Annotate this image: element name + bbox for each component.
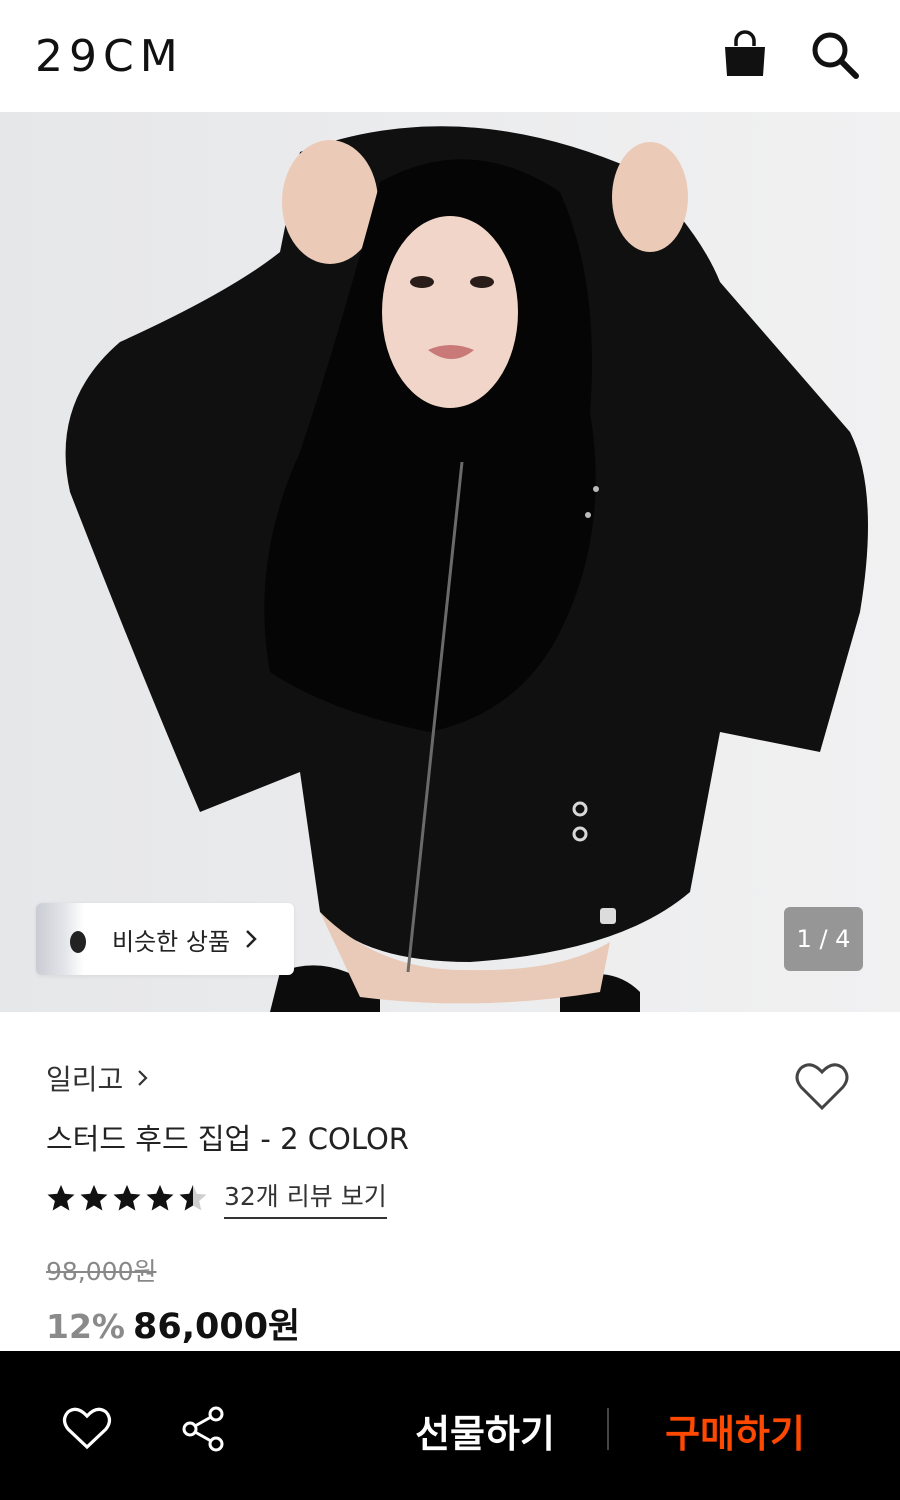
product-title: 스터드 후드 집업 - 2 COLOR [46, 1122, 409, 1156]
original-price: 98,000원 [46, 1257, 157, 1286]
share-button[interactable] [180, 1405, 230, 1453]
similar-product-thumbnail [36, 903, 86, 975]
brand-name: 일리고 [46, 1063, 124, 1096]
rating-row: 32개 리뷰 보기 [46, 1177, 387, 1219]
price-row: 12% 86,000원 [46, 1298, 300, 1349]
similar-products-label: 비슷한 상품 [112, 927, 231, 956]
product-photo [0, 112, 900, 1012]
search-button[interactable] [808, 28, 862, 82]
brand-logo[interactable]: 29CM [35, 32, 184, 82]
share-icon [182, 1406, 224, 1452]
buy-button[interactable]: 구매하기 [640, 1400, 830, 1460]
gift-button[interactable]: 선물하기 [390, 1400, 580, 1460]
star-filled-icon [80, 1184, 108, 1211]
shopping-bag-icon [725, 30, 765, 76]
star-filled-icon [113, 1184, 141, 1211]
review-link[interactable]: 32개 리뷰 보기 [224, 1177, 387, 1219]
similar-products-button[interactable]: 비슷한 상품 [36, 903, 294, 975]
wishlist-button[interactable] [794, 1060, 850, 1112]
image-pager-indicator: 1 / 4 [784, 907, 863, 971]
product-image-carousel[interactable]: 비슷한 상품 1 / 4 [0, 112, 900, 1012]
shopping-bag-button[interactable] [720, 30, 770, 80]
heart-outline-icon [795, 1063, 849, 1111]
star-filled-icon [47, 1184, 75, 1211]
star-filled-icon [146, 1184, 174, 1211]
star-rating [46, 1183, 211, 1213]
app-header: 29CM [0, 0, 900, 112]
star-half-icon [179, 1184, 207, 1211]
bottom-bar-divider [607, 1408, 609, 1450]
chevron-right-icon [246, 930, 257, 948]
brand-link[interactable]: 일리고 [46, 1058, 149, 1098]
heart-outline-icon [62, 1407, 112, 1450]
chevron-right-icon [138, 1070, 148, 1086]
sale-price: 86,000원 [133, 1307, 301, 1347]
search-icon [812, 32, 859, 79]
discount-rate: 12% [46, 1307, 125, 1346]
bottom-wishlist-button[interactable] [62, 1405, 112, 1451]
